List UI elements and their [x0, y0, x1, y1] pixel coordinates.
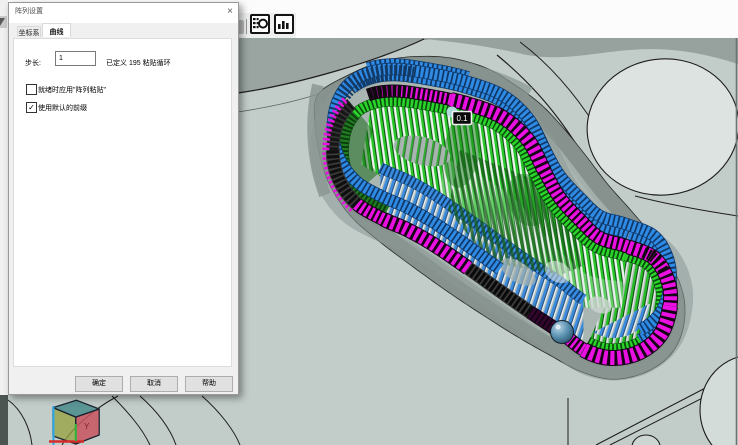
- svg-text:Y: Y: [84, 422, 90, 431]
- svg-text:0.1: 0.1: [456, 114, 468, 123]
